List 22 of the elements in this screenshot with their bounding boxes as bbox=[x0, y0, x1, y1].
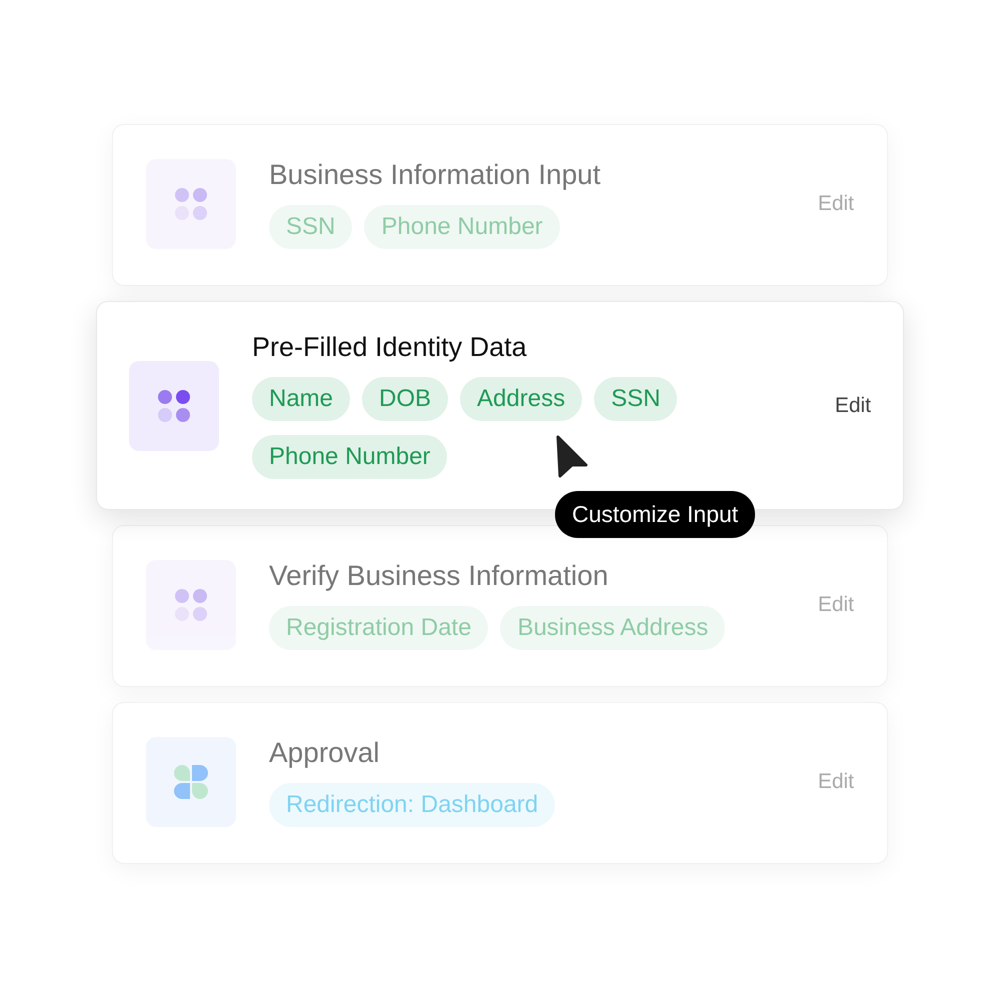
field-tag: SSN bbox=[269, 205, 352, 249]
step-card[interactable]: Business Information Input SSN Phone Number Edit bbox=[112, 124, 888, 286]
step-title: Verify Business Information bbox=[269, 560, 610, 592]
edit-link[interactable]: Edit bbox=[818, 770, 854, 794]
field-tag: Name bbox=[252, 377, 350, 421]
field-tag: Address bbox=[460, 377, 582, 421]
field-tag: Phone Number bbox=[364, 205, 560, 249]
field-tag: Registration Date bbox=[269, 606, 488, 650]
field-tag: Phone Number bbox=[252, 435, 448, 479]
field-tag: Redirection: Dashboard bbox=[269, 783, 556, 827]
edit-link[interactable]: Edit bbox=[834, 394, 871, 418]
step-title: Pre-Filled Identity Data bbox=[252, 332, 528, 363]
edit-link[interactable]: Edit bbox=[818, 593, 854, 617]
pointer-icon bbox=[555, 434, 589, 478]
step-title: Approval bbox=[269, 737, 381, 769]
field-tag: SSN bbox=[594, 377, 678, 421]
step-title: Business Information Input bbox=[269, 159, 602, 191]
step-card[interactable]: Approval Redirection: Dashboard Edit bbox=[112, 702, 888, 864]
tooltip: Customize Input bbox=[555, 491, 756, 538]
field-tag: Business Address bbox=[500, 606, 726, 650]
edit-link[interactable]: Edit bbox=[818, 192, 854, 216]
field-tag: DOB bbox=[362, 377, 448, 421]
